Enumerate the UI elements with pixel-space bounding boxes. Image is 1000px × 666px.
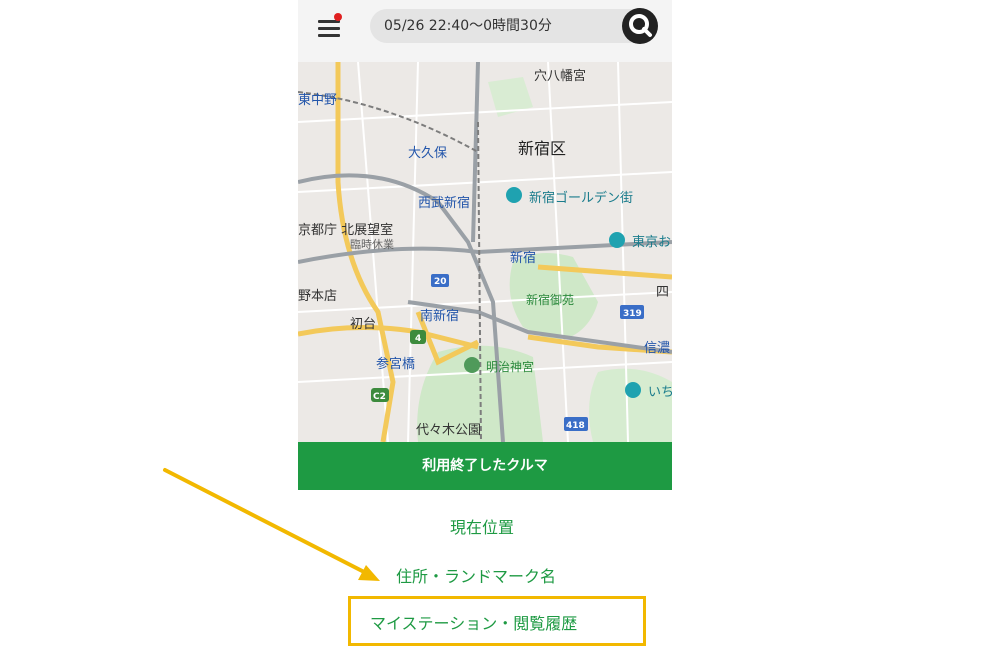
annotation-arrow-icon: [163, 468, 380, 581]
